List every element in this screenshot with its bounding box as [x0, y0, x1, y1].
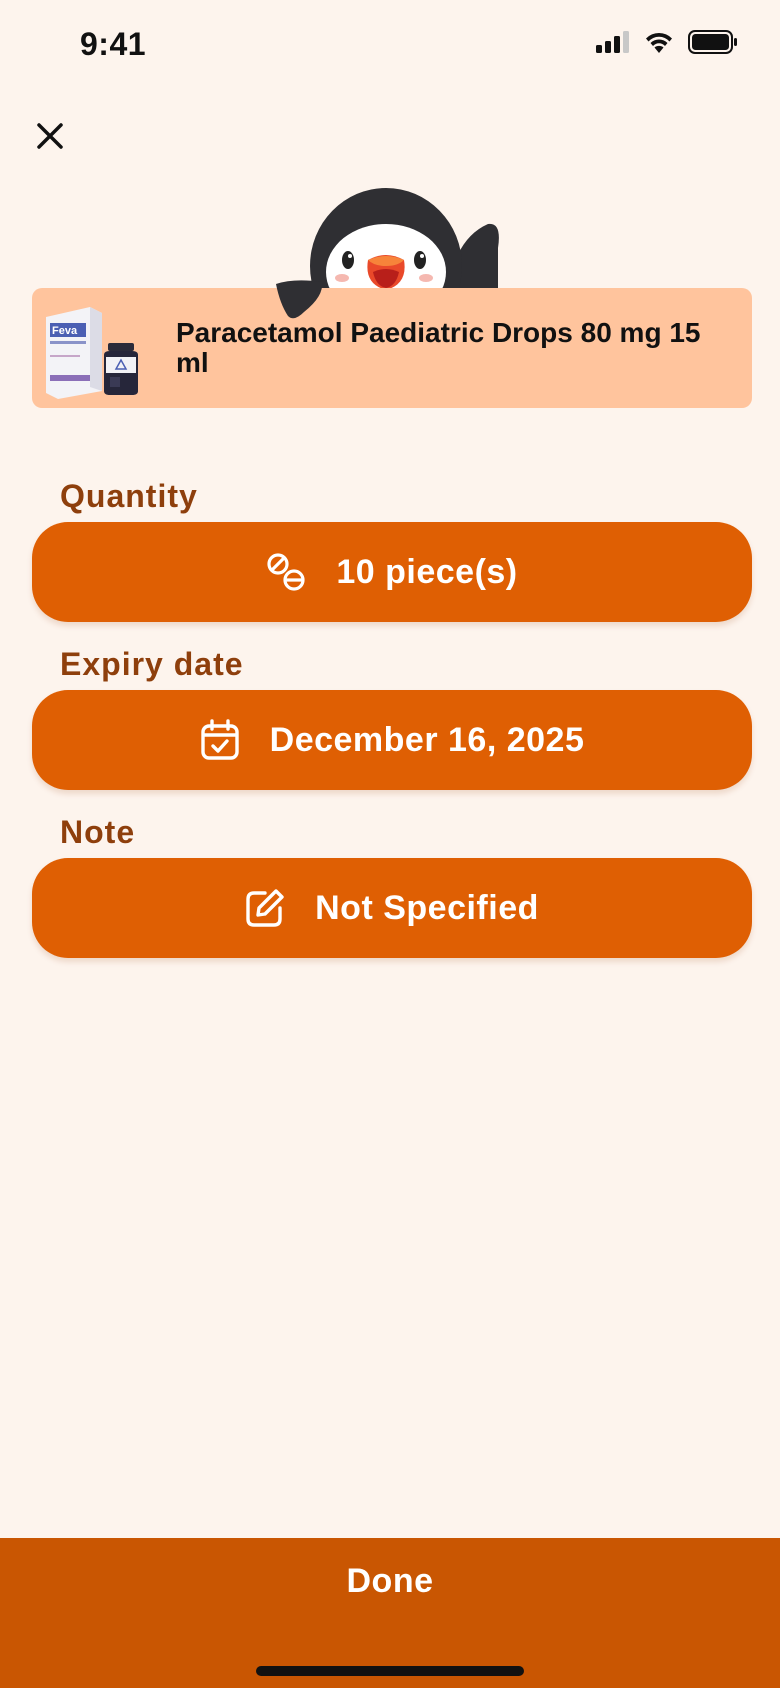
note-value: Not Specified	[315, 888, 539, 927]
status-bar: 9:41	[0, 0, 780, 96]
done-button[interactable]: Done	[0, 1538, 780, 1624]
product-name: Paracetamol Paediatric Drops 80 mg 15 ml	[176, 317, 701, 378]
close-button[interactable]	[30, 112, 70, 160]
close-icon	[37, 123, 63, 149]
wifi-icon	[646, 32, 672, 53]
product-thumbnail: Feva	[46, 307, 138, 399]
quantity-button[interactable]: 10 piece(s)	[32, 522, 752, 622]
cellular-signal-icon	[596, 31, 629, 53]
penguin-flipper	[276, 280, 323, 319]
svg-text:Feva: Feva	[52, 325, 78, 337]
pills-icon	[266, 552, 306, 592]
note-label: Note	[60, 814, 136, 850]
expiry-date-value: December 16, 2025	[269, 720, 585, 759]
edit-note-icon	[245, 888, 285, 928]
expiry-date-label: Expiry date	[60, 646, 244, 682]
home-indicator	[256, 1666, 524, 1676]
quantity-label: Quantity	[60, 478, 198, 514]
status-icons	[596, 30, 738, 54]
product-card: Feva Paracetamol Paediatric Drops 80 mg …	[32, 288, 752, 408]
battery-icon	[688, 30, 737, 54]
footer-bar: Done	[0, 1538, 780, 1688]
status-time: 9:41	[80, 26, 147, 62]
expiry-date-button[interactable]: December 16, 2025	[32, 690, 752, 790]
calendar-check-icon	[200, 719, 240, 761]
note-button[interactable]: Not Specified	[32, 858, 752, 958]
quantity-value: 10 piece(s)	[336, 552, 518, 591]
